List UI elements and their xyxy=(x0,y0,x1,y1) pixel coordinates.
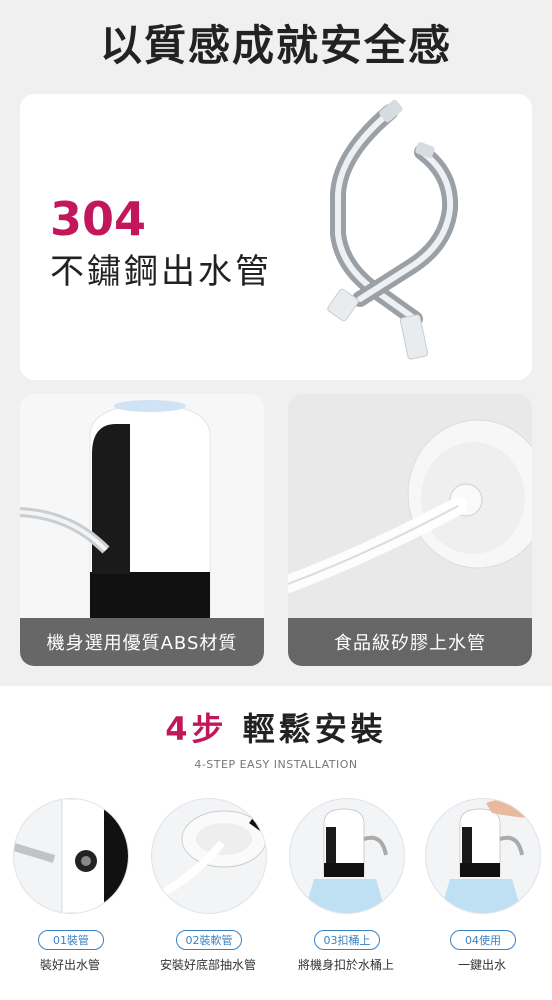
install-subtitle: 4-STEP EASY INSTALLATION xyxy=(194,758,358,771)
silicone-tube-card: 食品級矽膠上水管 xyxy=(288,394,532,666)
step-2: 02裝軟管 安裝好底部抽水管 xyxy=(140,784,276,994)
step-3-image xyxy=(289,798,405,914)
headline: 以質感成就安全感 xyxy=(99,21,452,70)
install-title-text: 輕鬆安裝 xyxy=(227,710,387,748)
features-section: 以質感成就安全感 304 不鏽鋼出水管 機身選用優質ABS材質 食品級矽膠上水管 xyxy=(0,0,552,686)
stainless-pipe-card: 304 不鏽鋼出水管 xyxy=(20,94,532,380)
step-1: 01裝管 裝好出水管 xyxy=(2,784,138,994)
step-1-tag: 01裝管 xyxy=(38,930,104,950)
step-4-image xyxy=(425,798,541,914)
step-1-desc: 裝好出水管 xyxy=(39,958,100,972)
step-2-image xyxy=(151,798,267,914)
step-2-desc: 安裝好底部抽水管 xyxy=(159,958,256,972)
step-3-tag: 03扣桶上 xyxy=(314,930,380,950)
abs-body-card: 機身選用優質ABS材質 xyxy=(20,394,264,666)
silicone-caption: 食品級矽膠上水管 xyxy=(288,618,532,666)
install-title-number: 4步 xyxy=(165,710,228,748)
install-section: 4步 輕鬆安裝 4-STEP EASY INSTALLATION 01裝管 裝好… xyxy=(0,686,552,1000)
abs-caption: 機身選用優質ABS材質 xyxy=(20,618,264,666)
step-2-tag: 02裝軟管 xyxy=(176,930,242,950)
step-4: 04使用 一鍵出水 xyxy=(414,784,550,994)
step-3: 03扣桶上 將機身扣於水桶上 xyxy=(278,784,414,994)
step-4-tag: 04使用 xyxy=(450,930,516,950)
steel-pipe-image xyxy=(327,99,459,360)
install-title: 4步 輕鬆安裝 xyxy=(0,704,552,750)
step-3-desc: 將機身扣於水桶上 xyxy=(297,958,394,972)
step-4-desc: 一鍵出水 xyxy=(457,958,506,972)
step-1-image xyxy=(13,798,129,914)
